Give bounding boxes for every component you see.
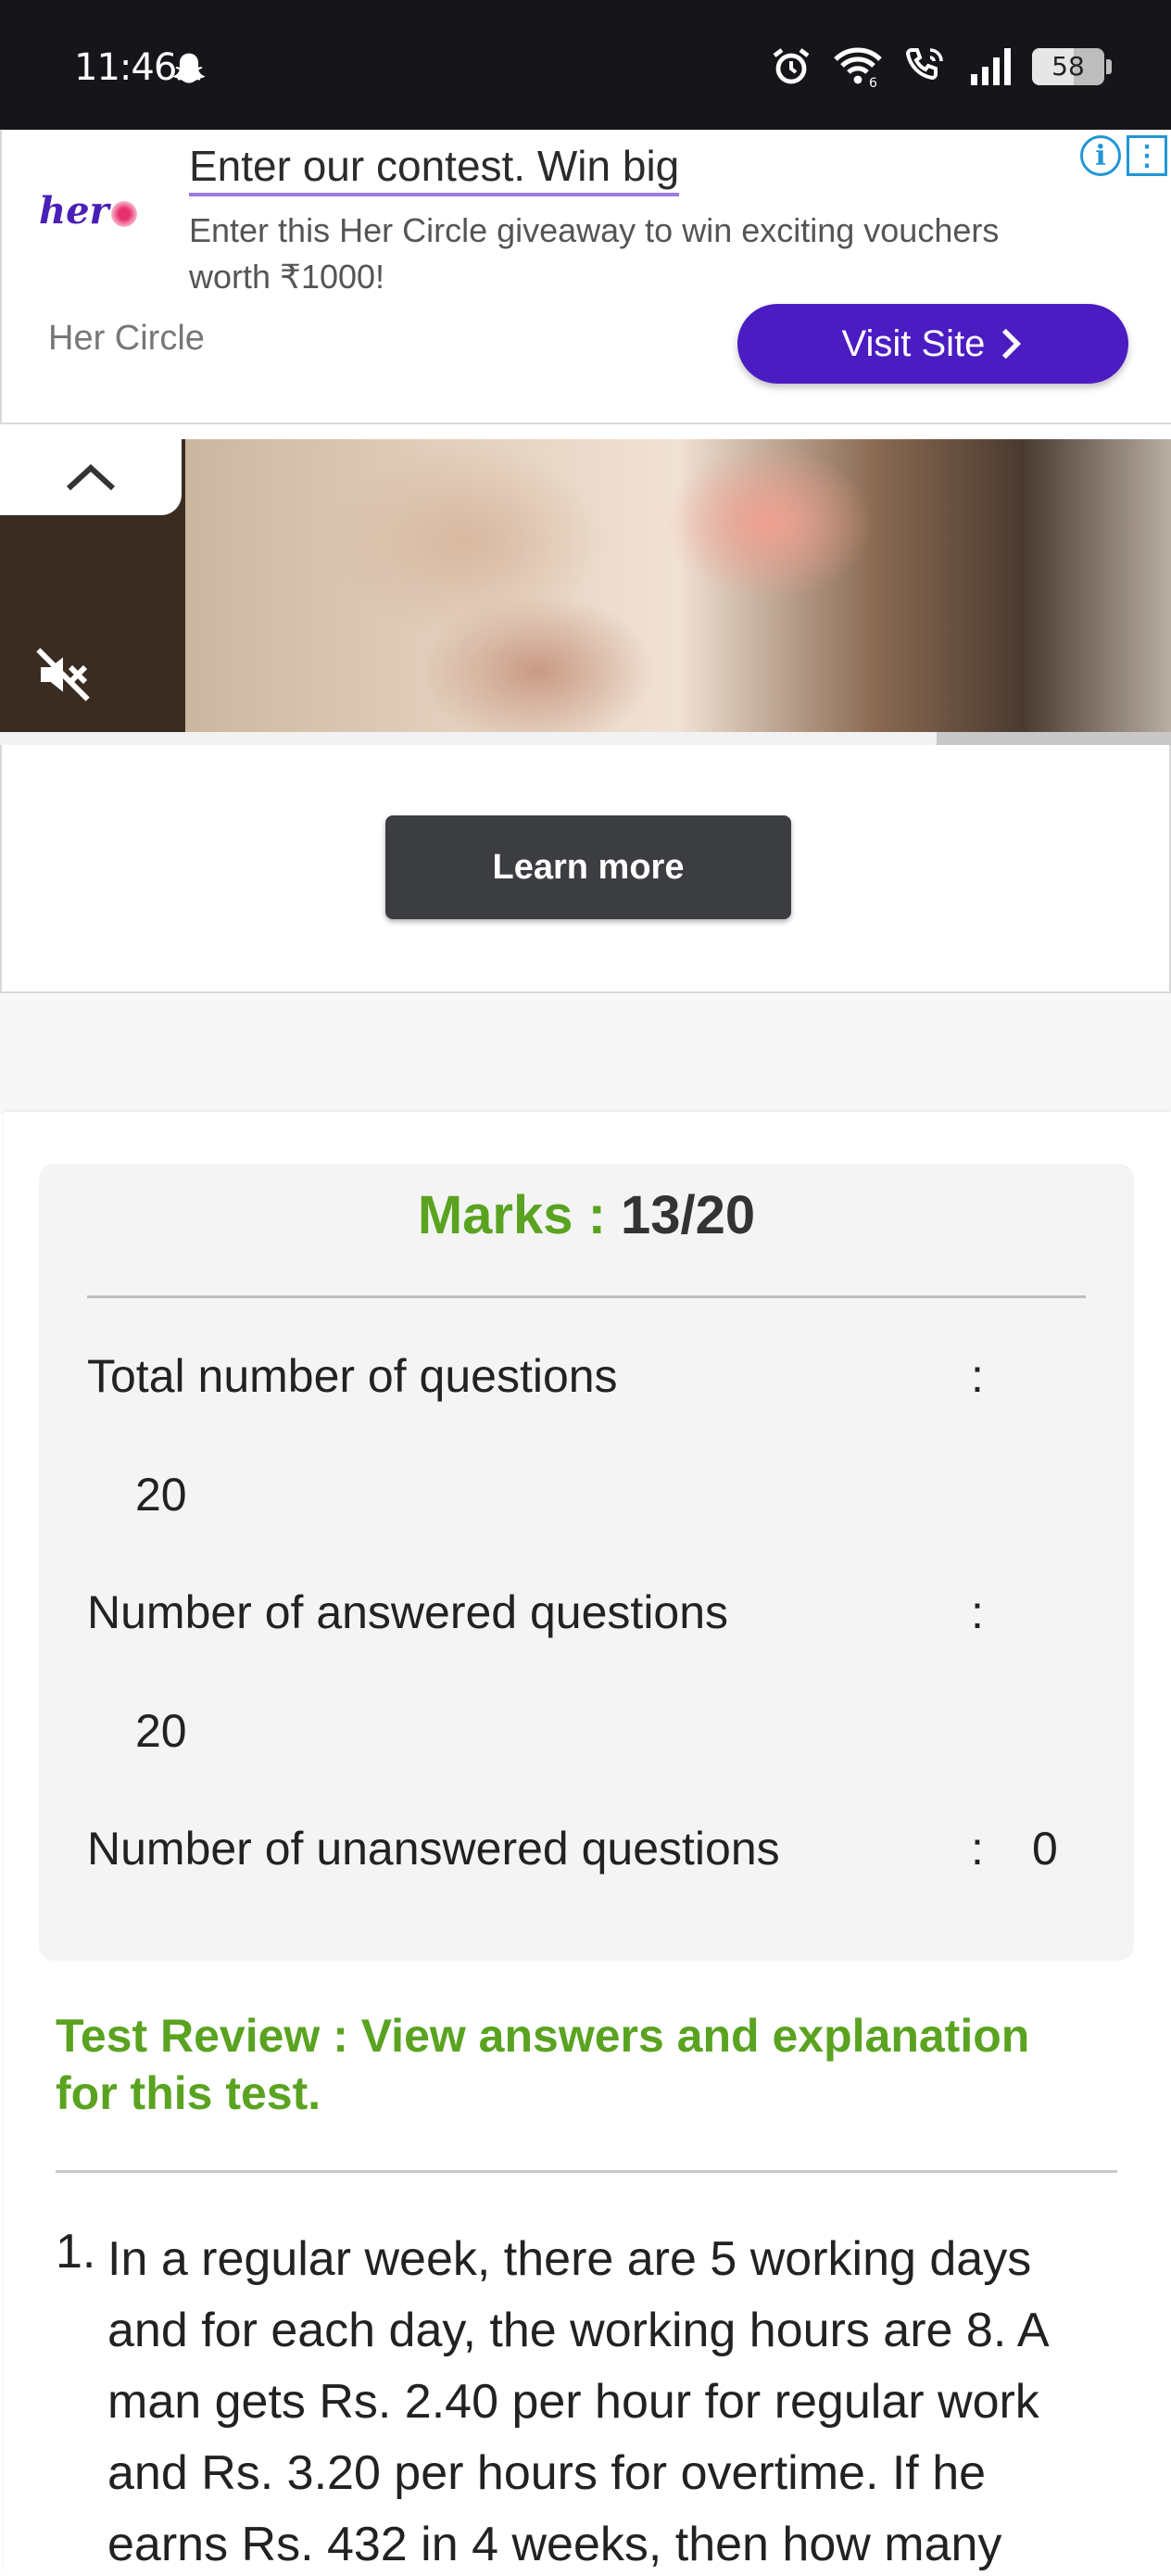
question-number: 1.	[56, 2225, 96, 2279]
battery-icon: 58	[1032, 48, 1112, 85]
unanswered-questions-sep: :	[971, 1823, 984, 1875]
unanswered-questions-value: 0	[1032, 1823, 1058, 1875]
her-circle-logo: her	[39, 189, 137, 233]
signal-icon	[971, 48, 1011, 85]
total-questions-value: 20	[135, 1469, 187, 1521]
ad-info-icon[interactable]: i	[1080, 135, 1121, 176]
snapchat-ghost-icon	[172, 53, 206, 83]
video-ad-footer: Learn more	[0, 745, 1171, 993]
divider	[87, 1295, 1086, 1298]
video-frame	[185, 439, 1171, 745]
alarm-icon	[773, 48, 810, 84]
test-review-link[interactable]: Test Review : View answers and explanati…	[56, 2007, 1093, 2122]
answered-questions-sep: :	[971, 1586, 984, 1638]
ad-choices[interactable]: i ⋮	[1080, 135, 1167, 176]
svg-text:6: 6	[869, 76, 877, 89]
clock: 11:46	[74, 46, 177, 89]
marks-value: 13/20	[621, 1185, 756, 1245]
ad-headline[interactable]: Enter our contest. Win big	[189, 141, 680, 196]
divider	[56, 2170, 1117, 2173]
chevron-up-icon	[66, 463, 116, 491]
total-questions-sep: :	[971, 1350, 984, 1402]
unanswered-questions-label: Number of unanswered questions	[87, 1823, 780, 1875]
battery-level: 58	[1051, 51, 1085, 82]
total-questions-label: Total number of questions	[87, 1350, 618, 1402]
page-gap	[0, 993, 1171, 1114]
ad-menu-icon[interactable]: ⋮	[1127, 135, 1167, 176]
video-progress-fill	[0, 732, 938, 745]
chevron-right-icon	[1002, 328, 1022, 360]
video-progress-bar	[0, 732, 1171, 745]
learn-more-button[interactable]: Learn more	[385, 815, 791, 919]
answered-questions-label: Number of answered questions	[87, 1586, 729, 1638]
status-bar: 11:46 6 58	[0, 0, 1171, 130]
mute-icon[interactable]	[33, 645, 93, 704]
visit-site-button[interactable]: Visit Site	[737, 304, 1128, 384]
visit-site-label: Visit Site	[841, 322, 986, 364]
marks-heading: Marks : 13/20	[39, 1184, 1134, 1246]
ad-banner[interactable]: her Enter our contest. Win big Enter thi…	[0, 130, 1171, 424]
ad-brand: Her Circle	[48, 319, 205, 358]
collapse-button[interactable]	[0, 439, 182, 515]
marks-label: Marks :	[417, 1185, 606, 1245]
wifi-icon: 6	[834, 47, 882, 89]
video-ad[interactable]	[0, 439, 1171, 745]
wifi-call-icon	[905, 48, 943, 81]
ad-description: Enter this Her Circle giveaway to win ex…	[189, 211, 1000, 296]
question-text: In a regular week, there are 5 working d…	[107, 2232, 1047, 2571]
result-summary: Marks : 13/20 Total number of questions …	[39, 1164, 1134, 1961]
answered-questions-value: 20	[135, 1705, 187, 1757]
status-icons: 6 58	[769, 44, 1112, 89]
